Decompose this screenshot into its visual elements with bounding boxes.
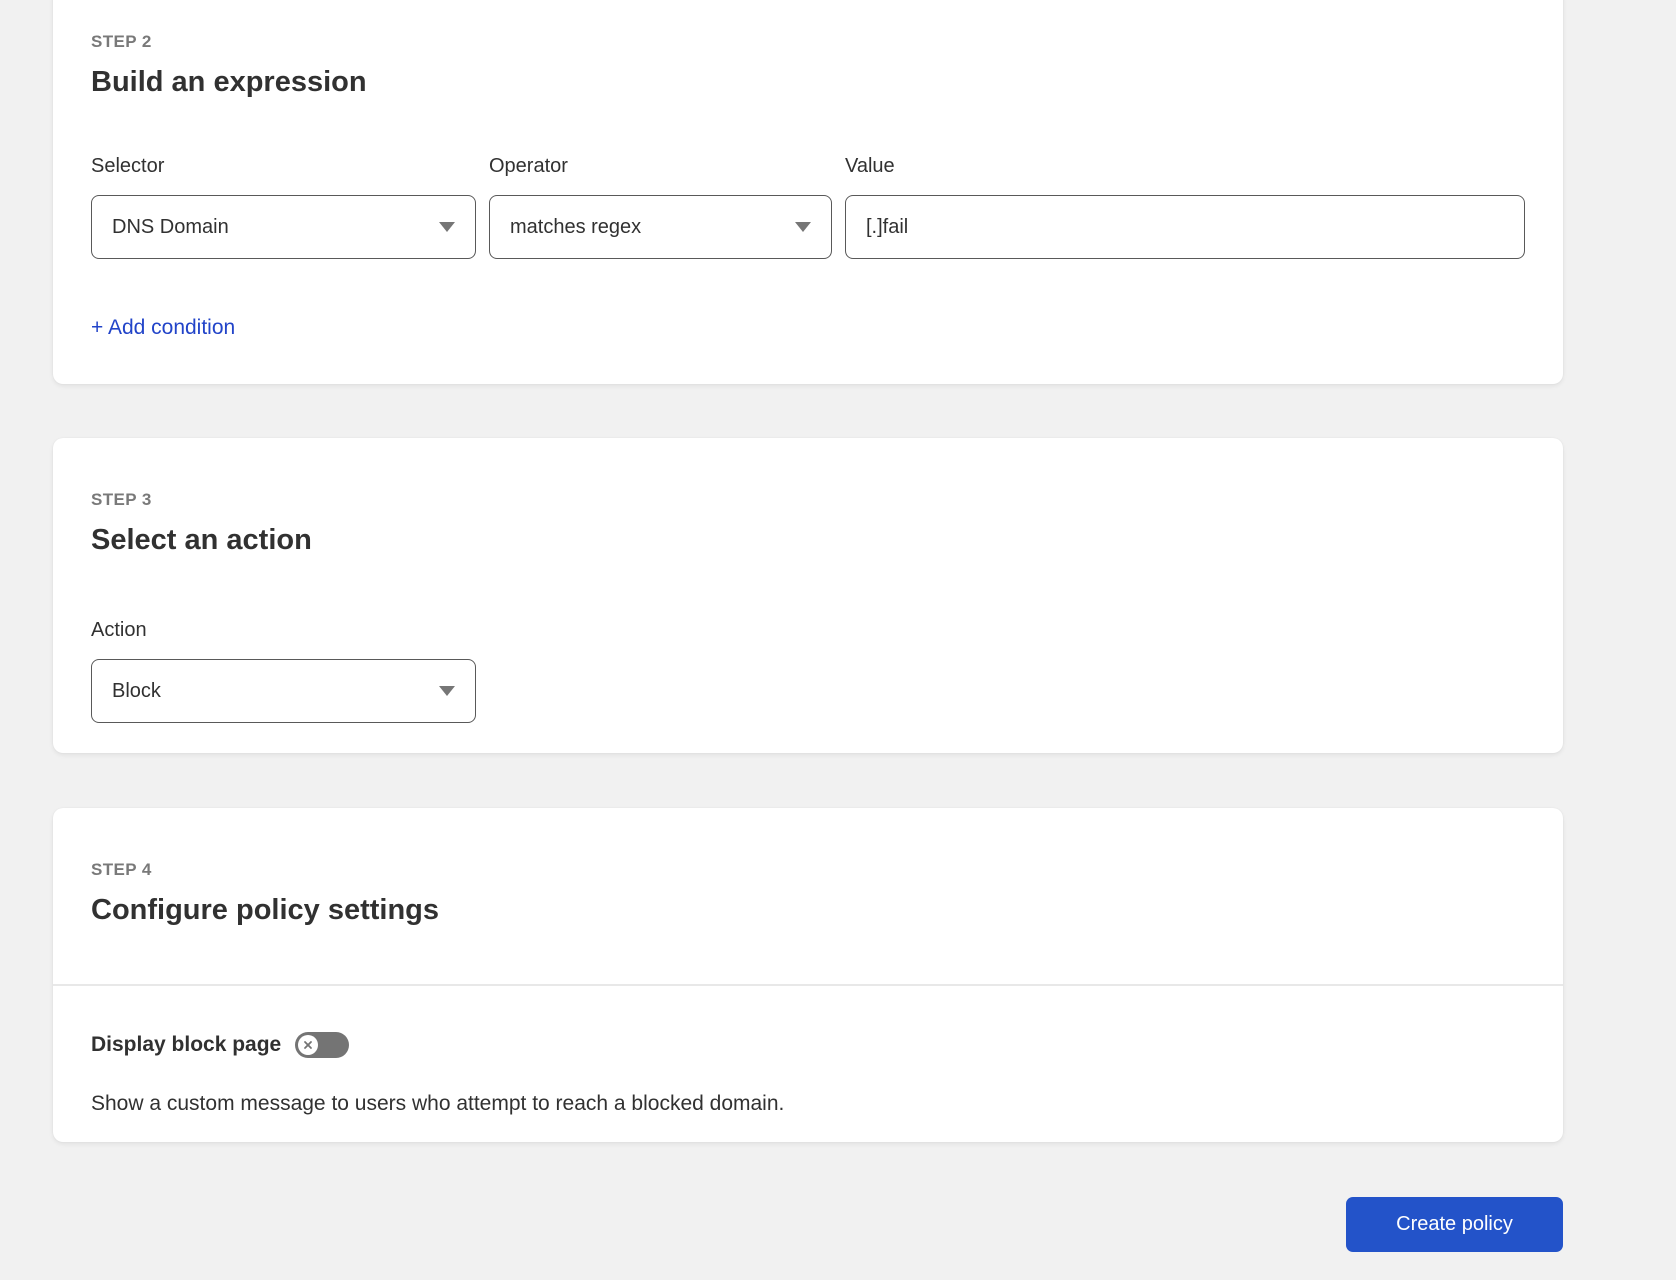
create-policy-button[interactable]: Create policy xyxy=(1346,1197,1563,1252)
step4-header: STEP 4 Configure policy settings xyxy=(53,808,1563,927)
step2-title: Build an expression xyxy=(91,66,367,98)
action-label: Action xyxy=(91,619,147,641)
add-condition-link[interactable]: + Add condition xyxy=(91,316,235,340)
display-block-page-description: Show a custom message to users who attem… xyxy=(91,1092,785,1115)
chevron-down-icon xyxy=(795,222,811,232)
selector-field-group: Selector DNS Domain xyxy=(91,155,476,259)
step4-eyebrow: STEP 4 xyxy=(91,860,152,879)
step2-card: STEP 2 Build an expression Selector DNS … xyxy=(53,0,1563,384)
value-label: Value xyxy=(845,155,895,177)
step3-title: Select an action xyxy=(91,524,312,556)
step4-body: Display block page Show a custom message… xyxy=(53,986,1563,1116)
chevron-down-icon xyxy=(439,686,455,696)
step3-card: STEP 3 Select an action Action Block xyxy=(53,438,1563,753)
display-block-page-label: Display block page xyxy=(91,1033,282,1056)
expression-fields-row: Selector DNS Domain Operator matches reg… xyxy=(91,155,1525,259)
display-block-page-row: Display block page xyxy=(91,1032,1525,1058)
operator-label: Operator xyxy=(489,155,568,177)
step4-title: Configure policy settings xyxy=(91,894,440,926)
selector-select-value: DNS Domain xyxy=(112,215,229,238)
step4-card: STEP 4 Configure policy settings Display… xyxy=(53,808,1563,1142)
operator-select-value: matches regex xyxy=(510,215,642,238)
value-input-wrapper xyxy=(845,195,1525,259)
chevron-down-icon xyxy=(439,222,455,232)
display-block-page-toggle[interactable] xyxy=(295,1032,350,1058)
selector-select[interactable]: DNS Domain xyxy=(91,195,476,259)
step2-eyebrow: STEP 2 xyxy=(91,32,152,51)
operator-field-group: Operator matches regex xyxy=(489,155,832,259)
value-field-group: Value xyxy=(845,155,1525,259)
value-input[interactable] xyxy=(866,215,1504,239)
selector-label: Selector xyxy=(91,155,165,177)
step3-eyebrow: STEP 3 xyxy=(91,490,152,509)
operator-select[interactable]: matches regex xyxy=(489,195,832,259)
action-select-value: Block xyxy=(112,679,161,702)
toggle-off-x-icon xyxy=(298,1035,319,1055)
action-select[interactable]: Block xyxy=(91,659,476,723)
